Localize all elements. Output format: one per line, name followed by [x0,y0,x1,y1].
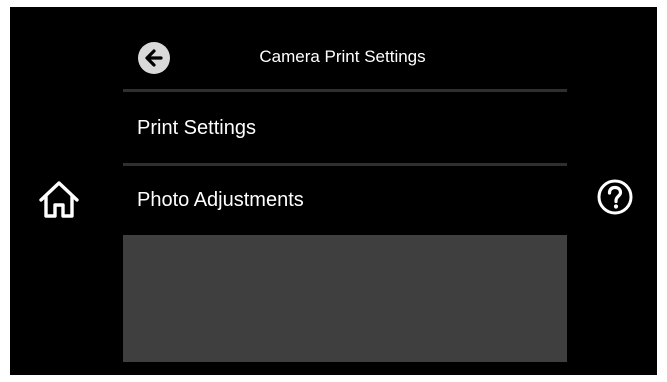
menu-item-print-settings[interactable]: Print Settings [123,95,567,161]
menu-divider [123,163,567,166]
printer-screen: Camera Print Settings Print Settings Pho… [10,7,657,375]
empty-list-area [123,235,567,362]
home-button[interactable] [37,179,81,221]
header-divider [123,89,567,92]
home-icon [39,181,79,218]
page-title: Camera Print Settings [259,47,426,66]
help-icon [597,179,633,215]
menu-item-label: Photo Adjustments [137,189,304,211]
help-button[interactable] [596,178,634,216]
menu-item-label: Print Settings [137,117,256,139]
menu-item-photo-adjustments[interactable]: Photo Adjustments [123,167,567,233]
